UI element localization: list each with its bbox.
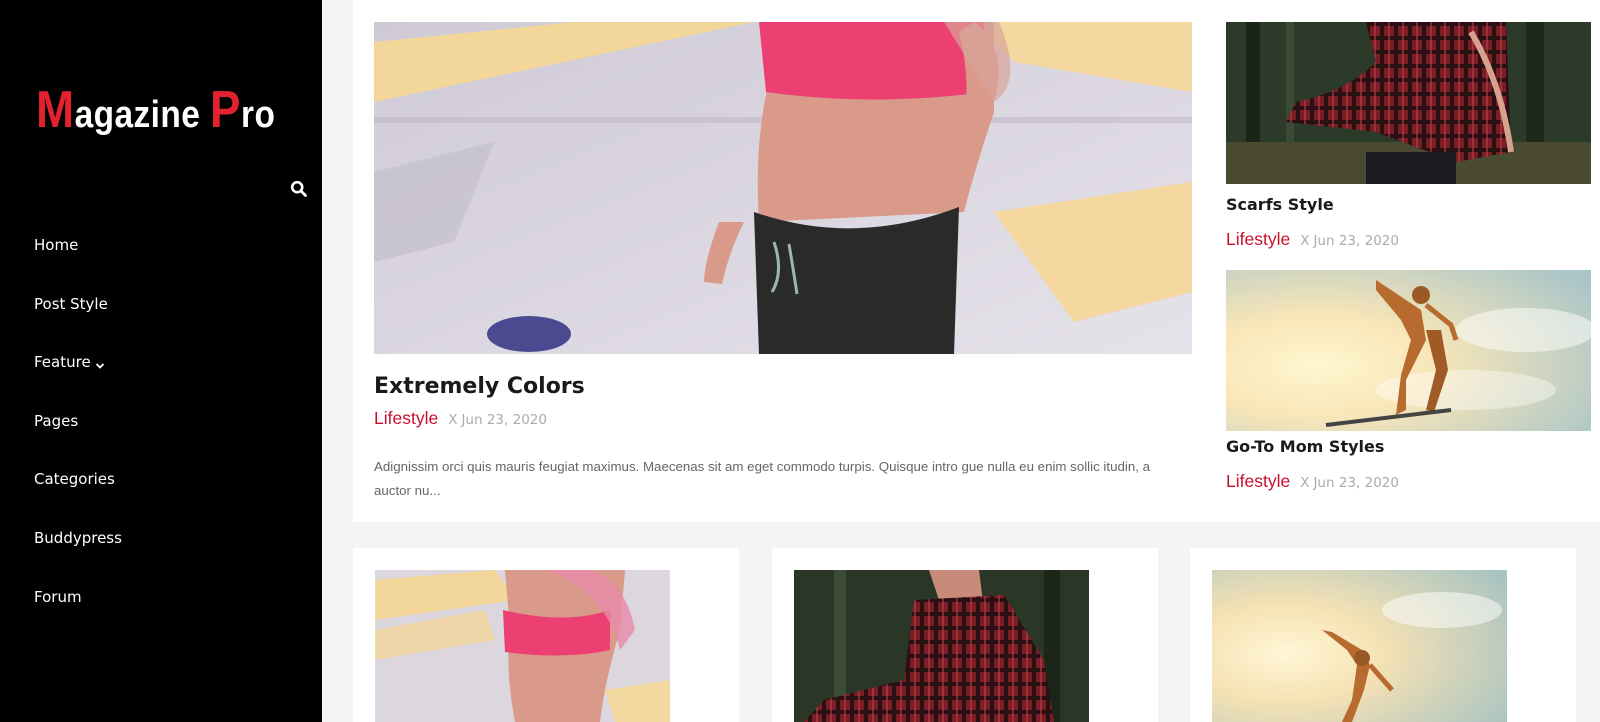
- featured-excerpt: Adignissim orci quis mauris feugiat maxi…: [374, 459, 1151, 498]
- nav-item-forum[interactable]: Forum: [34, 588, 122, 647]
- post-card[interactable]: [772, 548, 1158, 722]
- side-post-meta: Lifestyle X Jun 23, 2020: [1226, 471, 1399, 492]
- post-card-image[interactable]: [1212, 570, 1507, 722]
- category-link[interactable]: Lifestyle: [1226, 229, 1290, 250]
- post-date: Jun 23, 2020: [461, 412, 547, 428]
- post-card-image[interactable]: [375, 570, 670, 722]
- featured-image[interactable]: [374, 22, 1192, 354]
- main-nav: Home Post Style Feature Pages Categories…: [34, 236, 122, 646]
- meta-separator: X: [1300, 475, 1310, 491]
- meta-separator: X: [448, 412, 458, 428]
- nav-item-home[interactable]: Home: [34, 236, 122, 295]
- category-link[interactable]: Lifestyle: [374, 408, 438, 429]
- side-post-image[interactable]: [1226, 270, 1591, 431]
- category-link[interactable]: Lifestyle: [1226, 471, 1290, 492]
- post-card[interactable]: [353, 548, 739, 722]
- chevron-down-icon: [95, 357, 105, 369]
- search-icon[interactable]: [290, 180, 308, 198]
- nav-item-feature[interactable]: Feature: [34, 353, 122, 412]
- post-date: Jun 23, 2020: [1313, 475, 1399, 491]
- post-card[interactable]: [1190, 548, 1576, 722]
- side-post-title[interactable]: Go-To Mom Styles: [1226, 437, 1384, 456]
- post-card-image[interactable]: [794, 570, 1089, 722]
- meta-separator: X: [1300, 233, 1310, 249]
- side-post-meta: Lifestyle X Jun 23, 2020: [1226, 229, 1399, 250]
- sidebar: Magazine Pro Home Post Style Feature Pag…: [0, 0, 322, 722]
- nav-item-buddypress[interactable]: Buddypress: [34, 529, 122, 588]
- nav-item-post-style[interactable]: Post Style: [34, 295, 122, 354]
- featured-meta: Lifestyle X Jun 23, 2020: [374, 408, 547, 429]
- nav-item-categories[interactable]: Categories: [34, 470, 122, 529]
- side-post-title[interactable]: Scarfs Style: [1226, 195, 1334, 214]
- side-post-image[interactable]: [1226, 22, 1591, 184]
- nav-item-pages[interactable]: Pages: [34, 412, 122, 471]
- featured-title[interactable]: Extremely Colors: [374, 374, 585, 399]
- post-date: Jun 23, 2020: [1313, 233, 1399, 249]
- site-logo[interactable]: Magazine Pro: [36, 80, 275, 140]
